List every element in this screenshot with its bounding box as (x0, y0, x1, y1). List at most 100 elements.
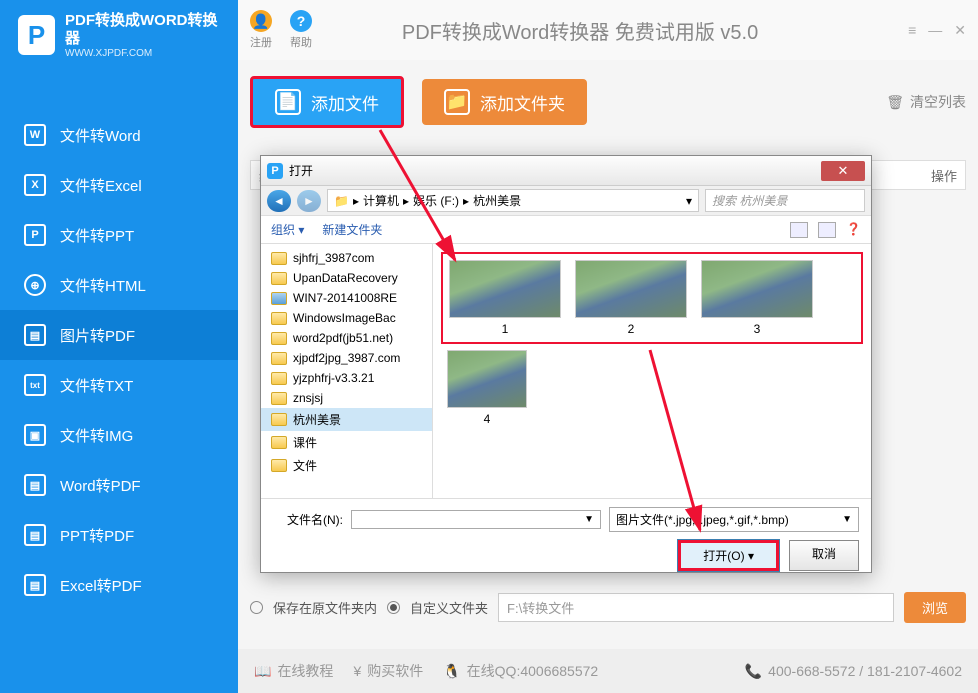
register-button[interactable]: 👤注册 (250, 10, 272, 50)
clear-list-button[interactable]: 🗑 清空列表 (886, 92, 966, 112)
dialog-toolbar: 组织 ▾ 新建文件夹 ❓ (261, 216, 871, 244)
tree-item[interactable]: xjpdf2jpg_3987.com (261, 348, 432, 368)
tree-item-selected[interactable]: 杭州美景 (261, 408, 432, 431)
add-folder-button[interactable]: 📁 添加文件夹 (422, 79, 587, 125)
filetype-select[interactable]: 图片文件(*.jpg,*.jpeg,*.gif,*.bmp)▼ (609, 507, 859, 532)
tree-item[interactable]: yjzphfrj-v3.3.21 (261, 368, 432, 388)
nav-back-button[interactable]: ◄ (267, 190, 291, 212)
logo-icon: P (18, 15, 55, 55)
folder-icon (271, 436, 287, 449)
dialog-title: 打开 (289, 162, 313, 179)
tutorial-label: 在线教程 (277, 661, 333, 681)
tutorial-link[interactable]: 📖在线教程 (254, 661, 333, 681)
chevron-down-icon: ▼ (842, 514, 852, 525)
tree-label: znsjsj (293, 391, 323, 405)
help-icon[interactable]: ❓ (846, 222, 861, 238)
sidebar-item-ppt2pdf[interactable]: ▤PPT转PDF (0, 510, 238, 560)
tree-item[interactable]: sjhfrj_3987com (261, 248, 432, 268)
sidebar-item-txt[interactable]: txt文件转TXT (0, 360, 238, 410)
side-label: 文件转IMG (60, 425, 133, 446)
sidebar-item-word2pdf[interactable]: ▤Word转PDF (0, 460, 238, 510)
nav-forward-button[interactable]: ► (297, 190, 321, 212)
folder-icon (271, 392, 287, 405)
filename-label: 文件名(N): (273, 511, 343, 528)
dialog-close-button[interactable]: ✕ (821, 161, 865, 181)
folder-icon (271, 252, 287, 265)
topbar: 👤注册 ?帮助 PDF转换成Word转换器 免费试用版 v5.0 ≡ — ✕ (238, 0, 978, 60)
folder-icon (271, 312, 287, 325)
file-open-dialog: P 打开 ✕ ◄ ► 📁 ▸计算机 ▸娱乐 (F:) ▸杭州美景 ▾ 搜索 杭州… (260, 155, 872, 573)
dialog-cancel-button[interactable]: 取消 (789, 540, 859, 571)
image-thumb (701, 260, 813, 318)
folder-icon (271, 352, 287, 365)
thumbnail-pane: 1 2 3 4 (433, 244, 871, 498)
breadcrumb[interactable]: 📁 ▸计算机 ▸娱乐 (F:) ▸杭州美景 ▾ (327, 189, 699, 212)
tree-item[interactable]: WindowsImageBac (261, 308, 432, 328)
excel-icon: X (24, 174, 46, 196)
side-label: Excel转PDF (60, 575, 142, 596)
crumb-1[interactable]: 娱乐 (F:) (413, 192, 459, 209)
thumbnail-3[interactable]: 3 (701, 260, 813, 336)
preview-pane-button[interactable] (818, 222, 836, 238)
dialog-footer: 文件名(N): ▼ 图片文件(*.jpg,*.jpeg,*.gif,*.bmp)… (261, 498, 871, 574)
tree-item[interactable]: UpanDataRecovery (261, 268, 432, 288)
new-folder-button[interactable]: 新建文件夹 (322, 221, 382, 238)
crumb-2[interactable]: 杭州美景 (473, 192, 521, 209)
tree-item[interactable]: word2pdf(jb51.net) (261, 328, 432, 348)
filename-input[interactable]: ▼ (351, 510, 601, 529)
settings-icon[interactable]: ≡ (908, 22, 916, 39)
sidebar-item-excel2pdf[interactable]: ▤Excel转PDF (0, 560, 238, 610)
sidebar-item-img2pdf[interactable]: ▤图片转PDF (0, 310, 238, 360)
tree-item[interactable]: WIN7-20141008RE (261, 288, 432, 308)
logo: P PDF转换成WORD转换器 WWW.XJPDF.COM (0, 0, 238, 70)
output-path-input[interactable]: F:\转换文件 (498, 593, 894, 622)
dialog-search-input[interactable]: 搜索 杭州美景 (705, 189, 865, 212)
sidebar-item-html[interactable]: ⊕文件转HTML (0, 260, 238, 310)
add-file-button[interactable]: 📄 添加文件 (250, 76, 404, 128)
side-label: PPT转PDF (60, 525, 134, 546)
tree-item[interactable]: znsjsj (261, 388, 432, 408)
dialog-open-button[interactable]: 打开(O) ▾ (678, 540, 779, 571)
tree-item[interactable]: 文件 (261, 454, 432, 477)
crumb-0[interactable]: 计算机 (363, 192, 399, 209)
dialog-body: sjhfrj_3987com UpanDataRecovery WIN7-201… (261, 244, 871, 498)
browse-button[interactable]: 浏览 (904, 592, 966, 623)
thumb-label: 4 (484, 412, 491, 426)
tree-label: yjzphfrj-v3.3.21 (293, 371, 374, 385)
radio-custom[interactable] (387, 601, 400, 614)
thumbnail-1[interactable]: 1 (449, 260, 561, 336)
folder-icon (271, 413, 287, 426)
img2pdf-icon: ▤ (24, 324, 46, 346)
image-thumb (449, 260, 561, 318)
disc-icon (271, 292, 287, 305)
sidebar-item-excel[interactable]: X文件转Excel (0, 160, 238, 210)
logo-url: WWW.XJPDF.COM (65, 48, 220, 59)
thumbnail-2[interactable]: 2 (575, 260, 687, 336)
minimize-icon[interactable]: — (928, 22, 942, 39)
folder-icon (271, 459, 287, 472)
image-thumb (575, 260, 687, 318)
thumb-label: 1 (502, 322, 509, 336)
tree-item[interactable]: 课件 (261, 431, 432, 454)
qq-link[interactable]: 🐧在线QQ:4006685572 (443, 661, 598, 681)
open-label: 打开(O) (703, 549, 744, 563)
thumbnail-4[interactable]: 4 (447, 350, 527, 426)
sidebar-item-img[interactable]: ▣文件转IMG (0, 410, 238, 460)
buy-link[interactable]: ¥购买软件 (353, 661, 423, 681)
col-action: 操作 (931, 166, 957, 185)
help-icon: ? (290, 10, 312, 32)
radio-keep-source[interactable] (250, 601, 263, 614)
organize-menu[interactable]: 组织 ▾ (271, 221, 304, 238)
trash-icon: 🗑 (886, 94, 904, 111)
view-mode-button[interactable] (790, 222, 808, 238)
help-button[interactable]: ?帮助 (290, 10, 312, 50)
image-thumb (447, 350, 527, 408)
sidebar-item-word[interactable]: W文件转Word (0, 110, 238, 160)
folder-icon (271, 332, 287, 345)
buy-label: 购买软件 (367, 661, 423, 681)
close-icon[interactable]: ✕ (954, 22, 966, 39)
dialog-nav: ◄ ► 📁 ▸计算机 ▸娱乐 (F:) ▸杭州美景 ▾ 搜索 杭州美景 (261, 186, 871, 216)
sidebar-item-ppt[interactable]: P文件转PPT (0, 210, 238, 260)
side-label: 文件转PPT (60, 225, 134, 246)
phone-info: 📞400-668-5572 / 181-2107-4602 (745, 663, 962, 680)
